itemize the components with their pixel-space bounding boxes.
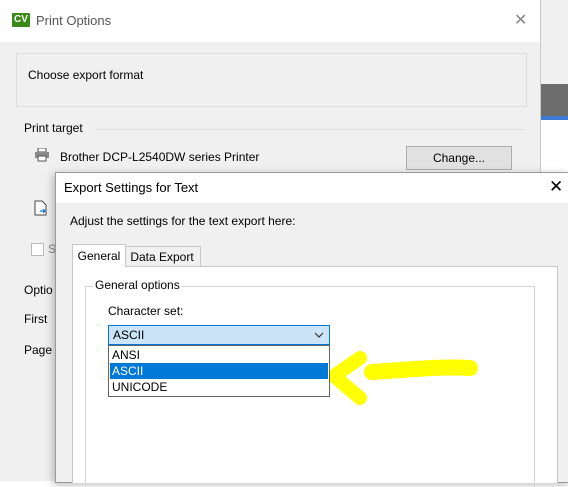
character-set-selected-value: ASCII <box>113 328 145 342</box>
general-tab-panel: General options Character set: ASCII ANS… <box>72 266 558 487</box>
file-export-icon <box>34 200 47 216</box>
printer-name: Brother DCP-L2540DW series Printer <box>60 150 260 164</box>
printer-icon <box>35 148 49 162</box>
print-options-titlebar: CV Print Options ✕ <box>0 0 540 42</box>
export-settings-titlebar: Export Settings for Text ✕ <box>56 173 568 203</box>
export-settings-dialog: Export Settings for Text ✕ Adjust the se… <box>55 172 568 487</box>
export-format-box[interactable]: Choose export format <box>16 53 527 107</box>
tab-general[interactable]: General <box>72 244 126 267</box>
annotation-arrow-icon <box>330 351 478 405</box>
change-printer-button[interactable]: Change... <box>406 146 512 170</box>
export-format-label: Choose export format <box>28 68 144 82</box>
charset-option-ascii[interactable]: ASCII <box>110 363 328 379</box>
page-label: Page <box>24 343 53 357</box>
print-target-divider <box>96 129 525 130</box>
export-settings-title: Export Settings for Text <box>64 180 199 195</box>
print-options-close-icon[interactable]: ✕ <box>514 10 527 30</box>
print-option-checkbox[interactable] <box>31 243 44 256</box>
charset-option-ansi[interactable]: ANSI <box>110 347 328 363</box>
background-window-edge <box>541 0 568 84</box>
charset-option-unicode[interactable]: UNICODE <box>110 379 328 395</box>
print-target-label: Print target <box>24 121 83 135</box>
background-window-accent <box>541 116 568 120</box>
general-options-title: General options <box>93 278 182 292</box>
character-set-dropdown-list: ANSI ASCII UNICODE <box>108 345 330 397</box>
print-options-title: Print Options <box>36 13 112 28</box>
export-settings-description: Adjust the settings for the text export … <box>70 214 296 228</box>
options-section-label: Optio <box>24 283 53 297</box>
app-logo: CV <box>12 13 30 27</box>
export-settings-close-icon[interactable]: ✕ <box>549 177 563 197</box>
tab-data-export[interactable]: Data Export <box>124 246 201 267</box>
background-window-toolbar <box>541 84 568 116</box>
character-set-select[interactable]: ASCII <box>108 325 330 345</box>
character-set-label: Character set: <box>108 304 184 318</box>
chevron-down-icon <box>314 332 324 338</box>
first-page-label: First <box>24 312 48 326</box>
